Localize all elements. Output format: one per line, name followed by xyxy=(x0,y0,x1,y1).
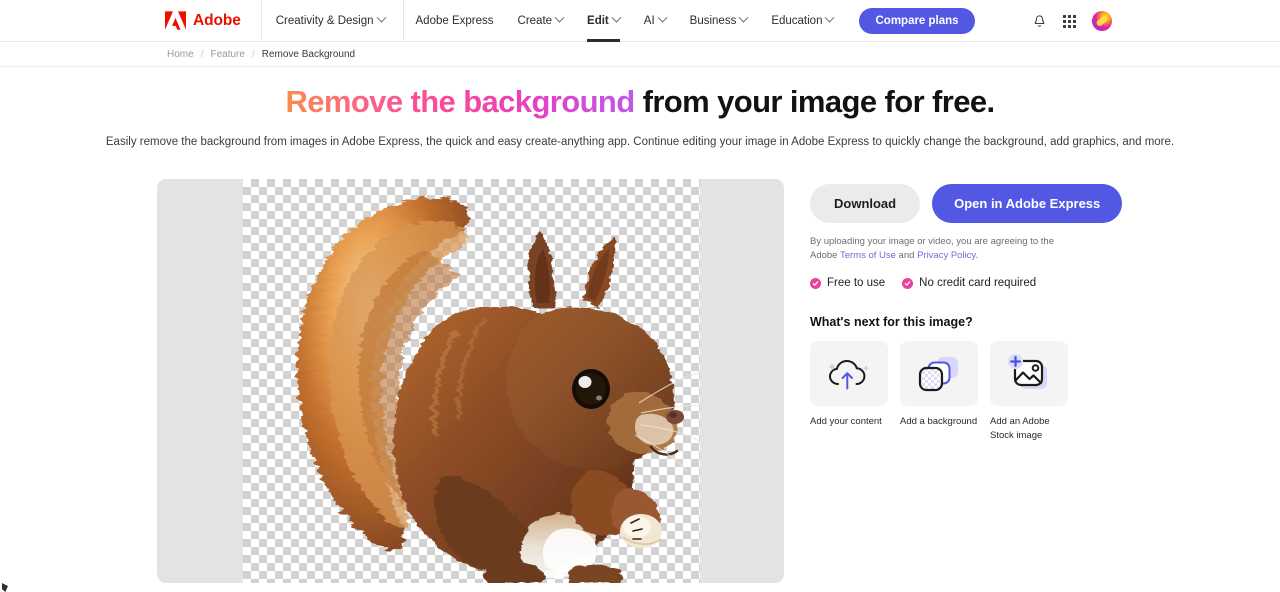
terms-of-use-link[interactable]: Terms of Use xyxy=(840,250,896,261)
nav-label: Business xyxy=(690,15,737,27)
nav-label: Create xyxy=(518,15,553,27)
nav-label: Edit xyxy=(587,15,609,27)
nav-label: Creativity & Design xyxy=(276,15,374,27)
squirrel-image xyxy=(243,179,700,583)
main-content: Download Open in Adobe Express By upload… xyxy=(0,151,1280,583)
card-add-a-background[interactable]: Add a background xyxy=(900,341,978,442)
breadcrumb-separator: / xyxy=(201,49,204,60)
scroll-indicator[interactable] xyxy=(2,583,8,592)
stacked-layers-icon xyxy=(916,353,962,395)
page-subtitle: Easily remove the background from images… xyxy=(0,134,1280,151)
badge-no-credit-card: No credit card required xyxy=(902,277,1036,289)
page-title-gradient-text: Remove the background xyxy=(285,84,634,119)
legal-disclaimer: By uploading your image or video, you ar… xyxy=(810,235,1068,264)
hero-section: Remove the background from your image fo… xyxy=(0,67,1280,151)
card-tile[interactable] xyxy=(810,341,888,406)
adobe-a-mark-icon xyxy=(165,11,186,30)
chevron-down-icon xyxy=(739,13,749,23)
image-preview-canvas[interactable] xyxy=(157,179,784,583)
nav-item-creativity-design[interactable]: Creativity & Design xyxy=(262,0,403,42)
breadcrumb-separator: / xyxy=(252,49,255,60)
chevron-down-icon xyxy=(611,13,621,23)
card-add-your-content[interactable]: Add your content xyxy=(810,341,888,442)
download-button[interactable]: Download xyxy=(810,184,920,223)
app-switcher-grid-icon[interactable] xyxy=(1063,15,1076,28)
nav-item-create[interactable]: Create xyxy=(506,0,576,42)
primary-nav-group: Adobe Express Create Edit AI Business Ed… xyxy=(404,0,846,42)
adobe-wordmark: Adobe xyxy=(193,12,241,30)
check-circle-icon xyxy=(902,278,913,289)
card-tile[interactable] xyxy=(990,341,1068,406)
nav-item-education[interactable]: Education xyxy=(759,0,845,42)
card-label: Add your content xyxy=(810,415,888,428)
compare-plans-button[interactable]: Compare plans xyxy=(859,8,974,34)
nav-item-ai[interactable]: AI xyxy=(632,0,678,42)
breadcrumb-item-feature[interactable]: Feature xyxy=(210,49,244,60)
nav-label: AI xyxy=(644,15,655,27)
check-circle-icon xyxy=(810,278,821,289)
whats-next-heading: What's next for this image? xyxy=(810,315,1085,329)
card-add-adobe-stock-image[interactable]: Add an Adobe Stock image xyxy=(990,341,1068,442)
cloud-upload-sparkle-icon xyxy=(825,354,873,394)
badge-free-to-use: Free to use xyxy=(810,277,885,289)
chevron-down-icon xyxy=(825,13,835,23)
nav-label: Adobe Express xyxy=(416,15,494,27)
legal-text-between: and xyxy=(896,250,917,261)
card-label: Add an Adobe Stock image xyxy=(990,415,1068,442)
page-title-plain-text: from your image for free. xyxy=(635,84,995,119)
breadcrumb: Home / Feature / Remove Background xyxy=(0,42,1280,67)
chevron-down-icon xyxy=(376,13,386,23)
nav-item-edit[interactable]: Edit xyxy=(575,0,632,42)
breadcrumb-item-home[interactable]: Home xyxy=(167,49,194,60)
breadcrumb-item-current: Remove Background xyxy=(262,49,355,60)
nav-item-adobe-express[interactable]: Adobe Express xyxy=(404,0,506,42)
primary-actions: Download Open in Adobe Express xyxy=(810,184,1085,223)
chevron-down-icon xyxy=(555,13,565,23)
user-avatar[interactable] xyxy=(1092,11,1112,31)
legal-text-after: . xyxy=(975,250,978,261)
badge-label: Free to use xyxy=(827,277,885,289)
privacy-policy-link[interactable]: Privacy Policy xyxy=(917,250,975,261)
nav-item-business[interactable]: Business xyxy=(678,0,760,42)
feature-badges: Free to use No credit card required xyxy=(810,277,1085,289)
adobe-logo[interactable]: Adobe xyxy=(165,0,261,42)
card-label: Add a background xyxy=(900,415,978,428)
notifications-bell-icon[interactable] xyxy=(1032,14,1047,29)
card-tile[interactable] xyxy=(900,341,978,406)
badge-label: No credit card required xyxy=(919,277,1036,289)
page-title: Remove the background from your image fo… xyxy=(0,83,1280,120)
whats-next-cards: Add your content xyxy=(810,341,1085,442)
nav-right-utilities xyxy=(1032,0,1112,42)
open-in-adobe-express-button[interactable]: Open in Adobe Express xyxy=(932,184,1122,223)
add-image-icon xyxy=(1006,353,1052,395)
action-panel: Download Open in Adobe Express By upload… xyxy=(810,179,1085,583)
chevron-down-icon xyxy=(657,13,667,23)
nav-label: Education xyxy=(771,15,822,27)
global-navigation-bar: Adobe Creativity & Design Adobe Express … xyxy=(0,0,1280,42)
